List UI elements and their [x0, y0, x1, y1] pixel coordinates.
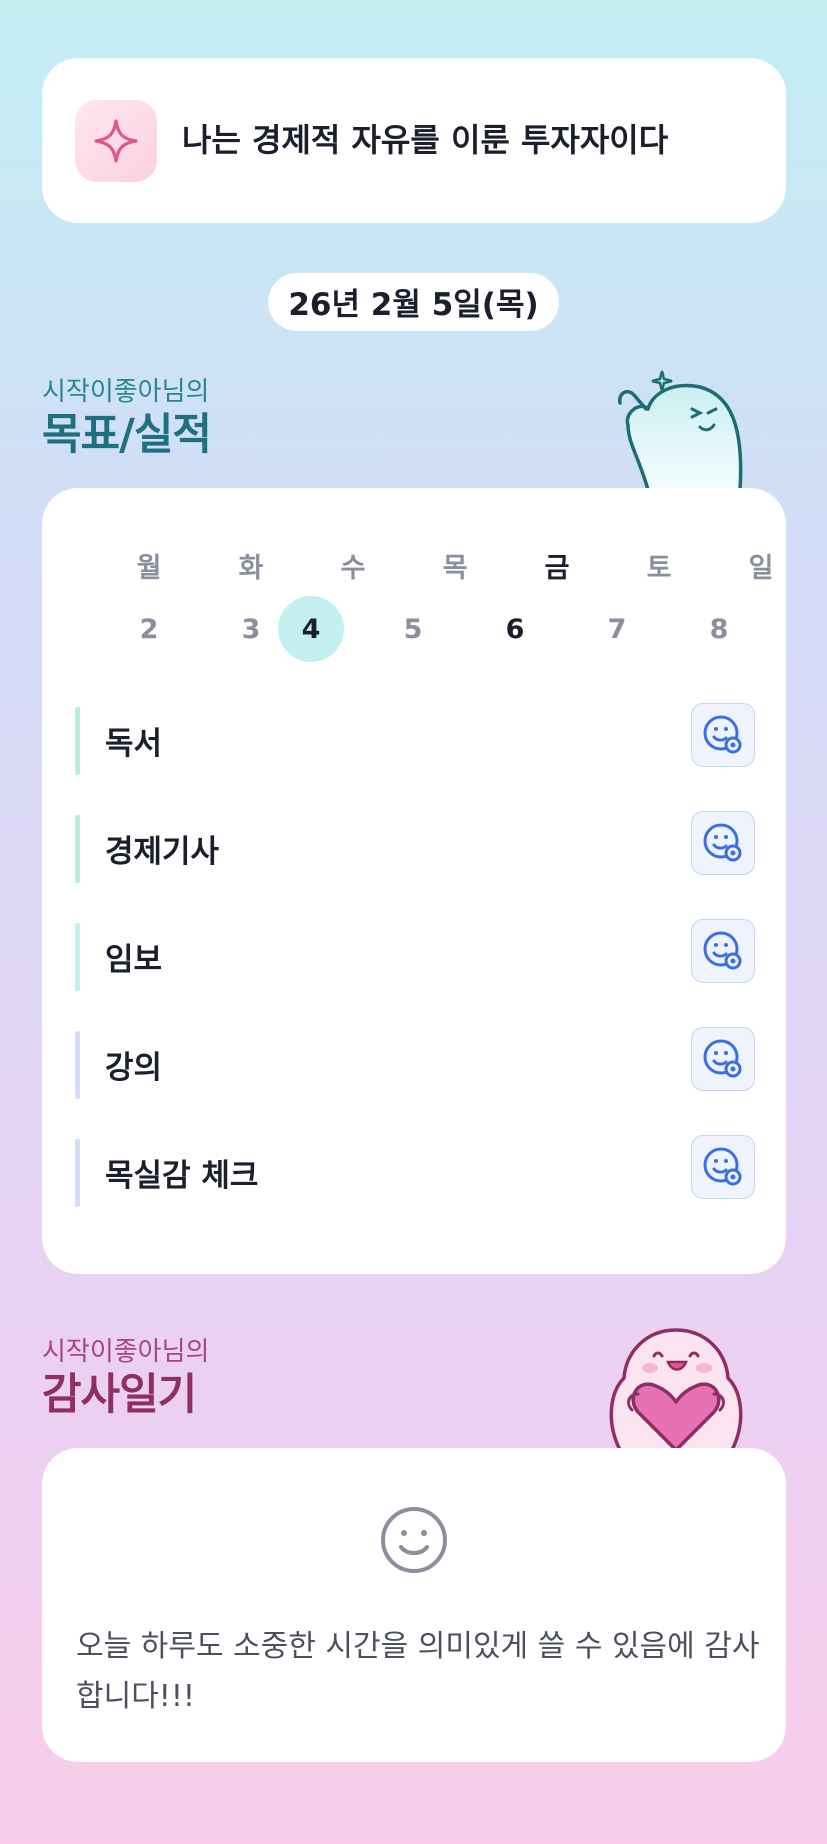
goal-label: 독서 — [105, 726, 163, 762]
weekday-sat: 토 — [646, 553, 672, 584]
goals-section-title: 목표/실적 — [42, 410, 212, 460]
weekday-thu: 목 — [442, 553, 468, 584]
weekday-mon: 월 — [136, 553, 162, 584]
date-day-7[interactable]: 7 — [584, 596, 650, 662]
gratitude-card[interactable]: 오늘 하루도 소중한 시간을 의미있게 쓸 수 있음에 감사합니다!!! — [42, 1448, 786, 1762]
goal-color-bar — [75, 923, 80, 991]
date-day-5[interactable]: 5 — [380, 596, 446, 662]
weekday-fri: 금 — [544, 553, 570, 584]
goal-item: 강의 — [75, 1027, 755, 1099]
goal-color-bar — [75, 707, 80, 775]
smile-add-icon[interactable] — [691, 1135, 755, 1199]
goal-label: 목실감 체크 — [105, 1158, 259, 1194]
goal-item: 임보 — [75, 919, 755, 991]
date-selector[interactable]: 26년 2월 5일(목) — [268, 273, 559, 331]
smile-add-icon[interactable] — [691, 703, 755, 767]
goal-item: 독서 — [75, 703, 755, 775]
date-day-8[interactable]: 8 — [686, 596, 752, 662]
gratitude-section-title: 감사일기 — [42, 1370, 197, 1420]
affirmation-card: 나는 경제적 자유를 이룬 투자자이다 — [42, 58, 786, 223]
date-day-3[interactable]: 3 — [218, 596, 284, 662]
date-day-2[interactable]: 2 — [116, 596, 182, 662]
date-day-4-selected[interactable]: 4 — [278, 596, 344, 662]
date-day-6[interactable]: 6 — [482, 596, 548, 662]
goal-item: 경제기사 — [75, 811, 755, 883]
weekday-wed: 수 — [340, 553, 366, 584]
goal-item: 목실감 체크 — [75, 1135, 755, 1207]
goal-label: 강의 — [105, 1050, 163, 1086]
goal-color-bar — [75, 815, 80, 883]
mascot-heart-illustration — [596, 1322, 756, 1452]
weekday-sun: 일 — [748, 553, 774, 584]
goal-color-bar — [75, 1139, 80, 1207]
goal-color-bar — [75, 1031, 80, 1099]
mascot-thumbs-up-illustration — [600, 365, 750, 492]
goal-label: 임보 — [105, 942, 163, 978]
smile-add-icon[interactable] — [691, 1027, 755, 1091]
smile-icon — [379, 1505, 449, 1579]
gratitude-entry-text: 오늘 하루도 소중한 시간을 의미있게 쓸 수 있음에 감사합니다!!! — [76, 1629, 760, 1714]
smile-add-icon[interactable] — [691, 919, 755, 983]
goal-label: 경제기사 — [105, 834, 220, 870]
weekday-tue: 화 — [238, 553, 264, 584]
affirmation-text: 나는 경제적 자유를 이룬 투자자이다 — [182, 121, 669, 159]
sparkle-icon — [75, 100, 157, 182]
goals-card: 월 화 수 목 금 토 일 2 3 4 5 6 7 8 독서 경제기사 임보 강… — [42, 488, 786, 1274]
smile-add-icon[interactable] — [691, 811, 755, 875]
